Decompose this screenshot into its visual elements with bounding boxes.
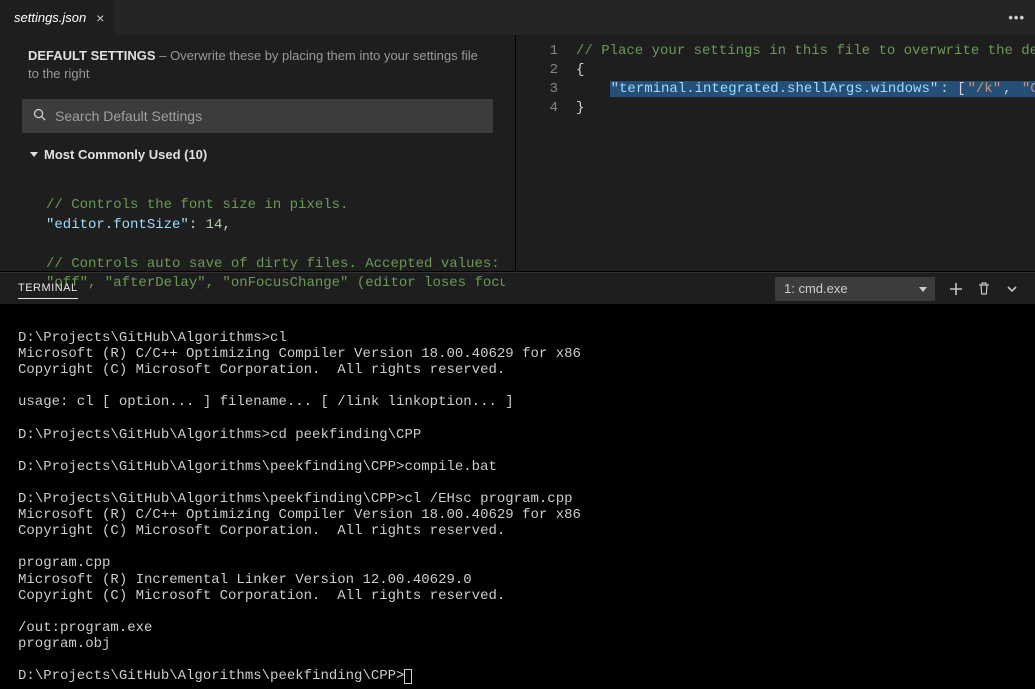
editor-split: DEFAULT SETTINGS – Overwrite these by pl…: [0, 35, 1035, 272]
panel-actions: 1: cmd.exe: [775, 277, 1019, 301]
chevron-down-icon: [30, 152, 38, 157]
tab-title: settings.json: [14, 10, 86, 25]
user-settings-editor[interactable]: 1 2 3 4 // Place your settings in this f…: [516, 35, 1035, 271]
editor-content[interactable]: // Place your settings in this file to o…: [576, 42, 1035, 118]
default-settings-banner: DEFAULT SETTINGS – Overwrite these by pl…: [0, 35, 515, 93]
default-settings-pane: DEFAULT SETTINGS – Overwrite these by pl…: [0, 35, 516, 271]
terminal-output[interactable]: D:\Projects\GitHub\Algorithms>cl Microso…: [0, 304, 1035, 689]
section-most-commonly-used[interactable]: Most Commonly Used (10): [30, 147, 505, 162]
search-input[interactable]: [55, 108, 483, 124]
chevron-down-icon[interactable]: [1005, 282, 1019, 296]
panel-tab-terminal[interactable]: TERMINAL: [18, 282, 78, 299]
section-title: Most Commonly Used (10): [44, 147, 207, 162]
search-icon: [32, 107, 47, 125]
default-settings-code[interactable]: // Controls the font size in pixels. "ed…: [30, 162, 505, 294]
line-number-gutter: 1 2 3 4: [516, 42, 576, 118]
more-actions-icon[interactable]: •••: [998, 0, 1035, 35]
terminal-select[interactable]: 1: cmd.exe: [775, 277, 935, 301]
tab-settings-json[interactable]: settings.json ×: [0, 0, 114, 35]
new-terminal-icon[interactable]: [949, 282, 963, 296]
close-icon[interactable]: ×: [96, 10, 104, 26]
search-default-settings[interactable]: [22, 99, 493, 133]
tab-bar: settings.json × •••: [0, 0, 1035, 35]
terminal-cursor: [404, 669, 412, 684]
banner-heading: DEFAULT SETTINGS: [28, 48, 156, 63]
kill-terminal-icon[interactable]: [977, 281, 991, 296]
